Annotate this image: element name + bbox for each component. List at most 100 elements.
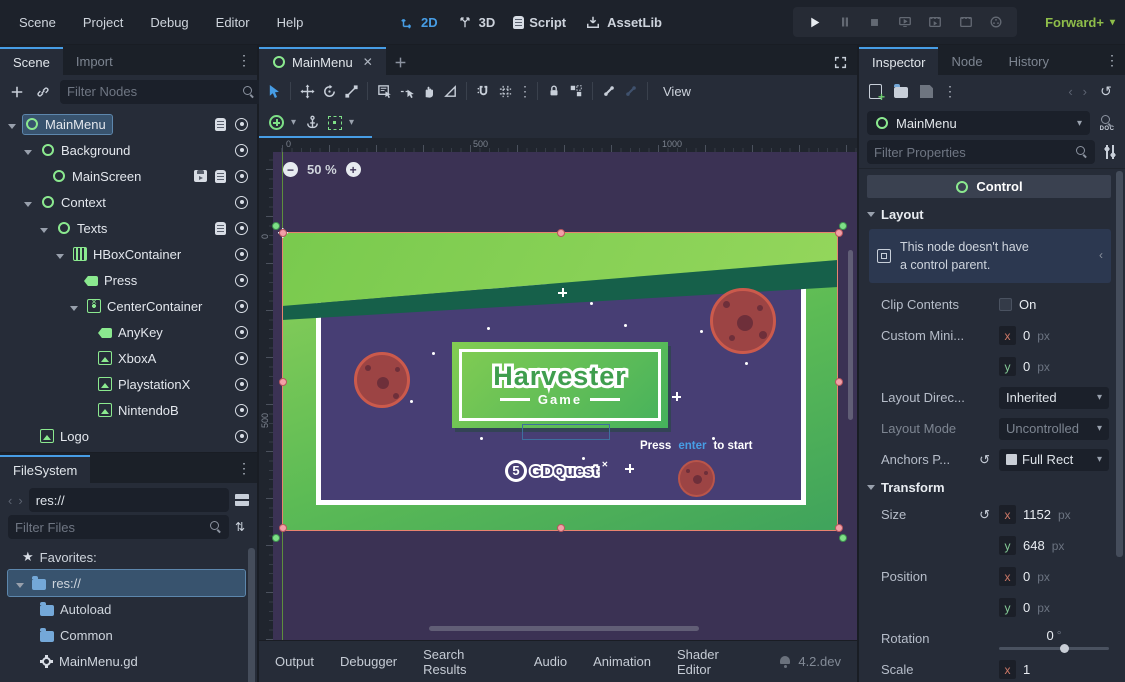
rotation-slider[interactable]: [999, 647, 1109, 650]
class-category-header[interactable]: Control: [867, 175, 1111, 198]
pause-button[interactable]: [836, 13, 854, 31]
zoom-in-button[interactable]: +: [346, 162, 361, 177]
panel-audio[interactable]: Audio: [534, 654, 567, 669]
inspector-scrollbar[interactable]: [1116, 171, 1123, 557]
script-icon[interactable]: [215, 118, 226, 131]
visibility-eye-icon[interactable]: [234, 247, 249, 262]
nav-forward-icon[interactable]: ›: [18, 493, 22, 508]
revert-icon[interactable]: ↺: [979, 507, 990, 523]
new-scene-tab-button[interactable]: [392, 53, 410, 71]
zoom-level[interactable]: 50 %: [307, 162, 337, 177]
filter-files-field[interactable]: [15, 520, 210, 535]
tab-node[interactable]: Node: [938, 47, 995, 75]
panel-debugger[interactable]: Debugger: [340, 654, 397, 669]
tab-inspector[interactable]: Inspector: [859, 47, 938, 75]
history-clock-icon[interactable]: ↺: [1097, 83, 1115, 101]
snap-cursor-icon[interactable]: [397, 82, 415, 100]
container-sizing-icon[interactable]: [328, 116, 342, 130]
run-remote-debug-button[interactable]: [896, 13, 914, 31]
tree-node-anykey[interactable]: AnyKey: [0, 319, 257, 345]
switcher-2d[interactable]: 2D: [398, 13, 438, 31]
close-icon[interactable]: ✕: [363, 55, 373, 69]
skeleton-options-icon[interactable]: [622, 82, 640, 100]
horizontal-scrollbar[interactable]: [429, 626, 699, 631]
visibility-eye-icon[interactable]: [234, 169, 249, 184]
select-region-icon[interactable]: [375, 82, 393, 100]
visibility-eye-icon[interactable]: [234, 403, 249, 418]
smart-snap-icon[interactable]: [474, 82, 492, 100]
tab-filesystem[interactable]: FileSystem: [0, 455, 90, 483]
edited-node-selector[interactable]: MainMenu ▾: [867, 111, 1090, 135]
switcher-assetlib[interactable]: AssetLib: [584, 13, 662, 31]
filter-files-input[interactable]: [8, 515, 229, 539]
tree-node-mainmenu[interactable]: MainMenu: [0, 111, 257, 137]
renderer-selector[interactable]: Forward+ ▾: [1045, 0, 1115, 44]
selection-handle[interactable]: [835, 524, 843, 532]
filesystem-scrollbar[interactable]: [248, 548, 255, 682]
rotate-tool-icon[interactable]: [320, 82, 338, 100]
scene-instance-icon[interactable]: [194, 170, 207, 182]
anchor-marker[interactable]: [839, 222, 847, 230]
switcher-script[interactable]: Script: [513, 15, 566, 30]
anchor-marker[interactable]: [839, 534, 847, 542]
dock-menu-icon[interactable]: ⋮: [1105, 52, 1117, 69]
custom-min-y-value[interactable]: 0: [1023, 359, 1030, 374]
save-resource-icon[interactable]: [920, 85, 933, 98]
visibility-eye-icon[interactable]: [234, 195, 249, 210]
expander-icon[interactable]: [16, 576, 26, 591]
position-y-value[interactable]: 0: [1023, 600, 1030, 615]
tree-node-hboxcontainer[interactable]: HBoxContainer: [0, 241, 257, 267]
script-icon[interactable]: [215, 222, 226, 235]
dock-menu-icon[interactable]: ⋮: [237, 460, 249, 477]
nav-back-icon[interactable]: ‹: [8, 493, 12, 508]
expand-viewport-icon[interactable]: [831, 53, 849, 71]
layout-mode-dropdown[interactable]: Uncontrolled▾: [999, 418, 1109, 440]
position-x-value[interactable]: 0: [1023, 569, 1030, 584]
tree-node-mainscreen[interactable]: MainScreen: [0, 163, 257, 189]
tree-node-logo[interactable]: Logo: [0, 423, 257, 449]
visibility-eye-icon[interactable]: [234, 351, 249, 366]
res-root-item[interactable]: res://: [8, 570, 245, 596]
visibility-eye-icon[interactable]: [234, 429, 249, 444]
visibility-eye-icon[interactable]: [234, 299, 249, 314]
selection-handle[interactable]: [835, 229, 843, 237]
scene-tab-mainmenu[interactable]: MainMenu ✕: [259, 47, 386, 75]
rotation-value[interactable]: 0: [1046, 628, 1053, 643]
expander-icon[interactable]: [22, 143, 34, 158]
resource-menu-icon[interactable]: ⋮: [943, 83, 955, 100]
anchors-preset-dropdown[interactable]: Full Rect▾: [999, 449, 1109, 471]
menu-scene[interactable]: Scene: [19, 15, 56, 30]
panel-animation[interactable]: Animation: [593, 654, 651, 669]
tree-node-centercontainer[interactable]: CenterContainer: [0, 293, 257, 319]
folder-common-item[interactable]: Common: [0, 622, 257, 648]
select-tool-icon[interactable]: [265, 82, 283, 100]
add-node-button[interactable]: [8, 83, 26, 101]
script-icon[interactable]: [215, 170, 226, 183]
history-back-icon[interactable]: ‹: [1068, 84, 1072, 99]
filter-nodes-field[interactable]: [67, 84, 243, 99]
sort-files-icon[interactable]: ⇅: [235, 520, 249, 534]
layout-warning[interactable]: This node doesn't havea control parent. …: [869, 229, 1111, 283]
tree-node-nintendob[interactable]: NintendoB: [0, 397, 257, 423]
pan-tool-icon[interactable]: [419, 82, 437, 100]
favorites-item[interactable]: ★ Favorites:: [0, 544, 257, 570]
chevron-down-icon[interactable]: ▾: [291, 117, 296, 128]
lock-icon[interactable]: [545, 82, 563, 100]
filter-nodes-input[interactable]: [60, 80, 262, 104]
visibility-eye-icon[interactable]: [234, 221, 249, 236]
toggle-split-mode-icon[interactable]: [235, 494, 249, 506]
tree-node-playstationx[interactable]: PlaystationX: [0, 371, 257, 397]
expander-icon[interactable]: [68, 299, 80, 314]
menu-debug[interactable]: Debug: [150, 15, 188, 30]
visibility-eye-icon[interactable]: [234, 377, 249, 392]
selection-handle[interactable]: [557, 524, 565, 532]
selection-handle[interactable]: [279, 524, 287, 532]
custom-min-x-value[interactable]: 0: [1023, 328, 1030, 343]
anchor-preset-icon[interactable]: [269, 115, 284, 130]
section-transform[interactable]: Transform: [867, 475, 1111, 499]
2d-viewport[interactable]: 0 500 1000 0 500 − 50 % +: [259, 138, 857, 640]
layout-direction-dropdown[interactable]: Inherited▾: [999, 387, 1109, 409]
current-path-input[interactable]: [36, 493, 222, 508]
selection-handle[interactable]: [557, 229, 565, 237]
instance-scene-button[interactable]: [34, 83, 52, 101]
